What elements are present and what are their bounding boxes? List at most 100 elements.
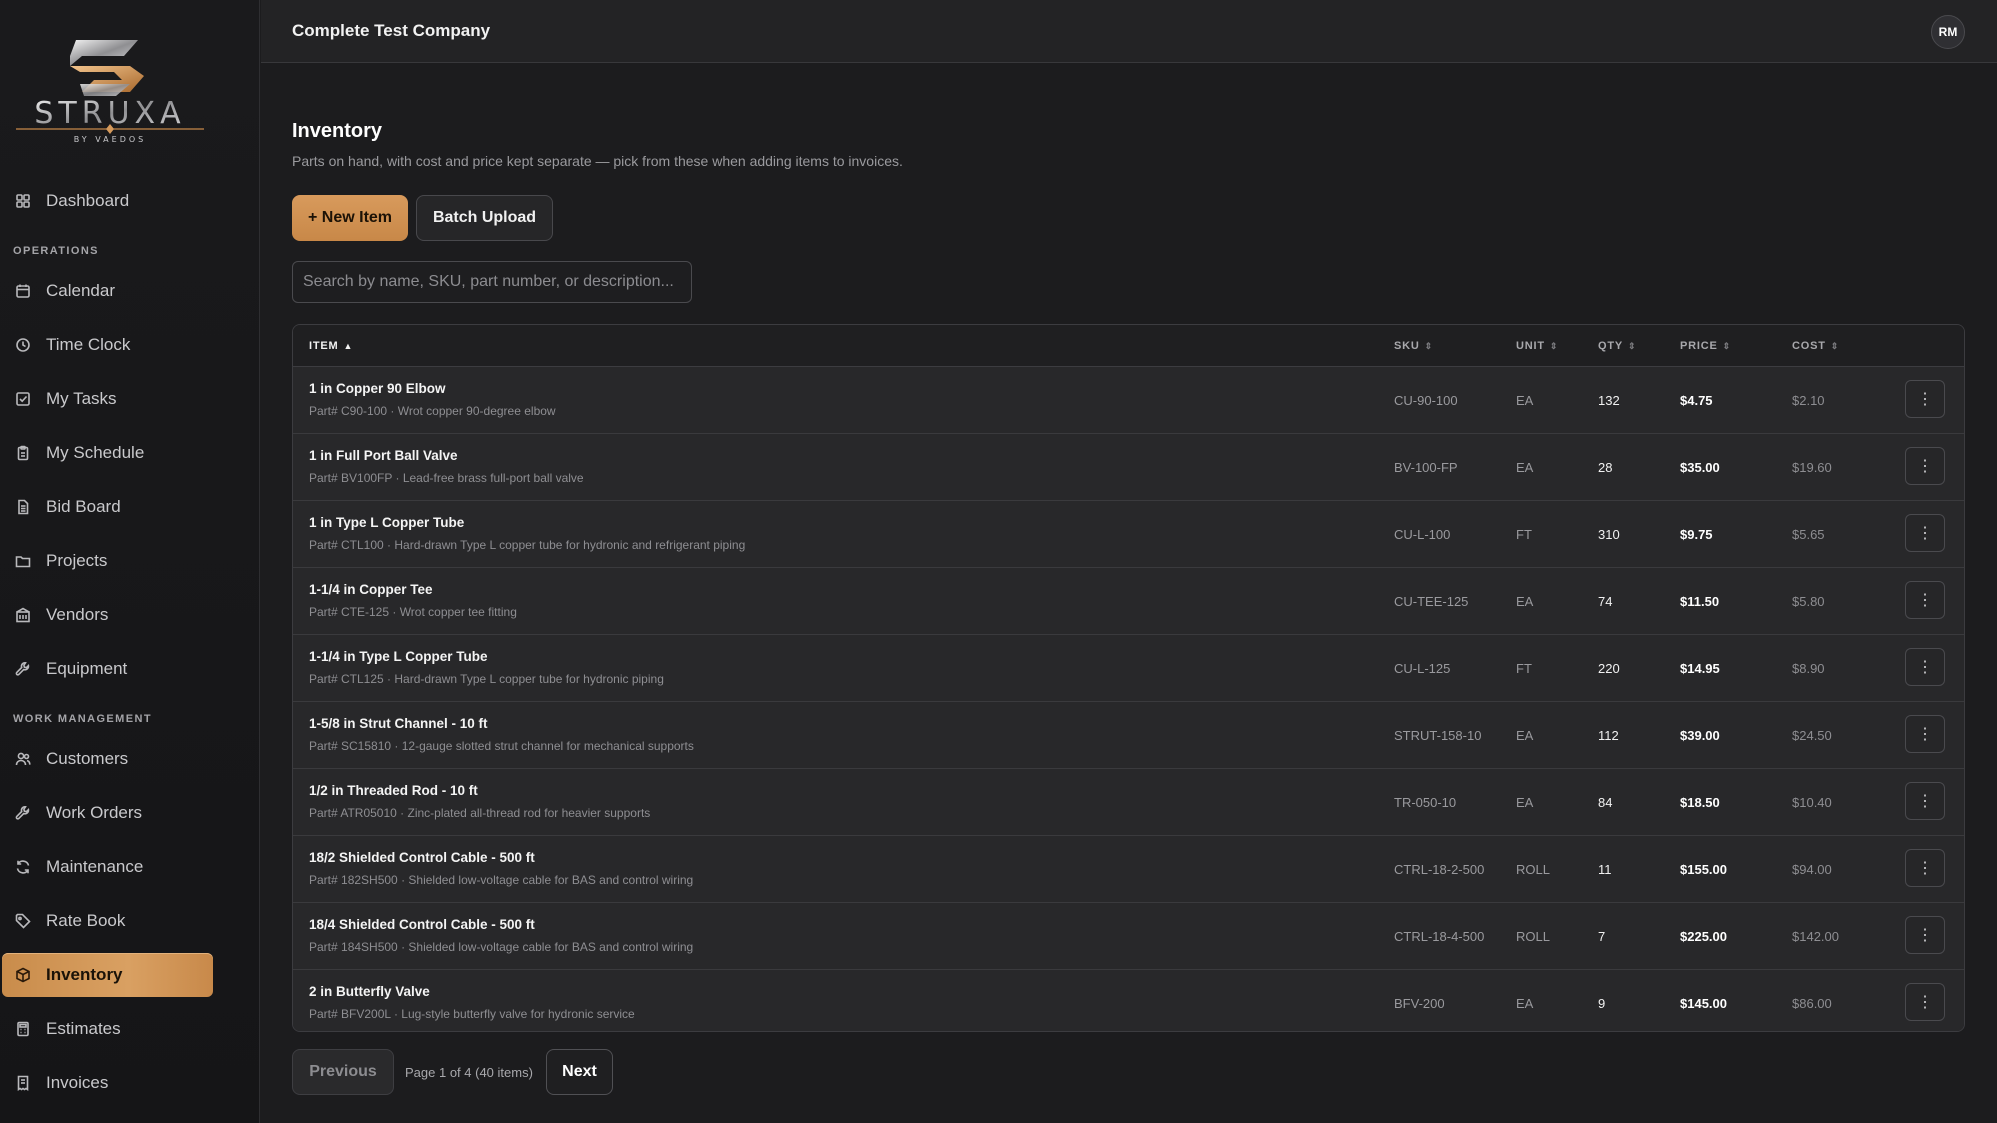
- item-description: Part# 182SH500 · Shielded low-voltage ca…: [309, 873, 694, 887]
- row-actions-button[interactable]: ⋮: [1905, 849, 1945, 887]
- search-input[interactable]: [292, 261, 692, 303]
- item-name[interactable]: 18/4 Shielded Control Cable - 500 ft: [309, 917, 535, 932]
- item-unit: EA: [1516, 795, 1534, 810]
- sidebar-item-label: Vendors: [46, 605, 109, 624]
- sidebar-item-equipment[interactable]: Equipment: [2, 647, 213, 691]
- sort-icon: ⇕: [1424, 340, 1433, 351]
- wrench-icon: [14, 660, 32, 678]
- item-sku: CU-TEE-125: [1394, 594, 1469, 609]
- clipboard-icon: [14, 444, 32, 462]
- page-title: Inventory: [292, 120, 383, 142]
- sidebar-item-my-schedule[interactable]: My Schedule: [2, 431, 213, 475]
- batch-upload-button[interactable]: Batch Upload: [416, 195, 553, 241]
- item-price: $225.00: [1680, 929, 1727, 944]
- item-name[interactable]: 1-5/8 in Strut Channel - 10 ft: [309, 716, 488, 731]
- sidebar-item-vendors[interactable]: Vendors: [2, 593, 213, 637]
- item-price: $4.75: [1680, 393, 1713, 408]
- column-header-cost[interactable]: COST ⇕: [1792, 340, 1839, 352]
- new-item-button[interactable]: + New Item: [292, 195, 408, 241]
- logo-tagline: BY VAEDOS: [74, 135, 147, 144]
- refresh-icon: [14, 858, 32, 876]
- sidebar-item-projects[interactable]: Projects: [2, 539, 213, 583]
- item-sku: CTRL-18-4-500: [1394, 929, 1485, 944]
- struxa-logo[interactable]: STRUXA BY VAEDOS: [10, 26, 210, 148]
- sidebar-item-estimates[interactable]: Estimates: [2, 1007, 213, 1051]
- item-description: Part# ATR05010 · Zinc-plated all-thread …: [309, 806, 651, 820]
- row-actions-button[interactable]: ⋮: [1905, 983, 1945, 1021]
- item-name[interactable]: 2 in Butterfly Valve: [309, 984, 430, 999]
- item-name[interactable]: 1/2 in Threaded Rod - 10 ft: [309, 783, 478, 798]
- item-cost: $8.90: [1792, 661, 1825, 676]
- table-row[interactable]: 18/2 Shielded Control Cable - 500 ft Par…: [293, 836, 1964, 903]
- item-sku: TR-050-10: [1394, 795, 1457, 810]
- column-header-unit[interactable]: UNIT ⇕: [1516, 340, 1558, 352]
- column-header-sku[interactable]: SKU ⇕: [1394, 340, 1433, 352]
- table-row[interactable]: 1-1/4 in Type L Copper Tube Part# CTL125…: [293, 635, 1964, 702]
- item-sku: CU-L-125: [1394, 661, 1451, 676]
- column-header-item[interactable]: ITEM ▲: [309, 340, 353, 352]
- table-row[interactable]: 1 in Type L Copper Tube Part# CTL100 · H…: [293, 501, 1964, 568]
- table-row[interactable]: 1 in Full Port Ball Valve Part# BV100FP …: [293, 434, 1964, 501]
- table-row[interactable]: 1-5/8 in Strut Channel - 10 ft Part# SC1…: [293, 702, 1964, 769]
- sidebar-item-maintenance[interactable]: Maintenance: [2, 845, 213, 889]
- sidebar-item-customers[interactable]: Customers: [2, 737, 213, 781]
- sidebar-item-bid-board[interactable]: Bid Board: [2, 485, 213, 529]
- item-qty: 220: [1598, 661, 1620, 676]
- row-actions-button[interactable]: ⋮: [1905, 715, 1945, 753]
- item-price: $11.50: [1680, 594, 1720, 609]
- users-icon: [14, 750, 32, 768]
- row-actions-button[interactable]: ⋮: [1905, 447, 1945, 485]
- sidebar-item-label: Estimates: [46, 1019, 121, 1038]
- item-unit: EA: [1516, 594, 1534, 609]
- item-unit: EA: [1516, 728, 1534, 743]
- row-actions-button[interactable]: ⋮: [1905, 380, 1945, 418]
- sidebar-item-my-tasks[interactable]: My Tasks: [2, 377, 213, 421]
- sidebar-item-work-orders[interactable]: Work Orders: [2, 791, 213, 835]
- previous-page-button[interactable]: Previous: [292, 1049, 394, 1095]
- table-row[interactable]: 1 in Copper 90 Elbow Part# C90-100 · Wro…: [293, 367, 1964, 434]
- sidebar: STRUXA BY VAEDOS Dashboard OPERATIONS Ca…: [0, 0, 260, 1123]
- item-name[interactable]: 1 in Full Port Ball Valve: [309, 448, 458, 463]
- row-actions-button[interactable]: ⋮: [1905, 782, 1945, 820]
- next-page-button[interactable]: Next: [546, 1049, 613, 1095]
- column-header-label: ITEM: [309, 340, 339, 352]
- column-header-price[interactable]: PRICE ⇕: [1680, 340, 1731, 352]
- item-cost: $86.00: [1792, 996, 1832, 1011]
- item-cost: $5.80: [1792, 594, 1825, 609]
- item-price: $14.95: [1680, 661, 1720, 676]
- item-qty: 112: [1598, 728, 1619, 743]
- item-price: $9.75: [1680, 527, 1713, 542]
- sidebar-item-label: Maintenance: [46, 857, 144, 876]
- table-header: ITEM ▲ SKU ⇕ UNIT ⇕ QTY ⇕ PRICE ⇕ COST ⇕: [293, 325, 1964, 367]
- sidebar-item-time-clock[interactable]: Time Clock: [2, 323, 213, 367]
- table-row[interactable]: 1-1/4 in Copper Tee Part# CTE-125 · Wrot…: [293, 568, 1964, 635]
- sidebar-item-inventory[interactable]: Inventory: [2, 953, 213, 997]
- column-header-label: SKU: [1394, 340, 1420, 352]
- item-unit: EA: [1516, 996, 1534, 1011]
- sidebar-item-dashboard[interactable]: Dashboard: [2, 179, 213, 223]
- sidebar-item-invoices[interactable]: Invoices: [2, 1061, 213, 1105]
- topbar: Complete Test Company RM: [261, 0, 1997, 63]
- table-row[interactable]: 2 in Butterfly Valve Part# BFV200L · Lug…: [293, 970, 1964, 1031]
- table-row[interactable]: 1/2 in Threaded Rod - 10 ft Part# ATR050…: [293, 769, 1964, 836]
- row-actions-button[interactable]: ⋮: [1905, 514, 1945, 552]
- row-actions-button[interactable]: ⋮: [1905, 648, 1945, 686]
- company-name[interactable]: Complete Test Company: [292, 21, 490, 41]
- building-icon: [14, 606, 32, 624]
- sidebar-item-rate-book[interactable]: Rate Book: [2, 899, 213, 943]
- sidebar-item-label: Customers: [46, 749, 129, 768]
- table-row[interactable]: 18/4 Shielded Control Cable - 500 ft Par…: [293, 903, 1964, 970]
- sidebar-item-label: Bid Board: [46, 497, 121, 516]
- row-actions-button[interactable]: ⋮: [1905, 916, 1945, 954]
- row-actions-button[interactable]: ⋮: [1905, 581, 1945, 619]
- item-name[interactable]: 1-1/4 in Copper Tee: [309, 582, 433, 597]
- item-cost: $94.00: [1792, 862, 1832, 877]
- item-name[interactable]: 1 in Copper 90 Elbow: [309, 381, 446, 396]
- item-qty: 84: [1598, 795, 1613, 810]
- avatar[interactable]: RM: [1931, 15, 1965, 49]
- column-header-qty[interactable]: QTY ⇕: [1598, 340, 1636, 352]
- sidebar-item-calendar[interactable]: Calendar: [2, 269, 213, 313]
- item-name[interactable]: 18/2 Shielded Control Cable - 500 ft: [309, 850, 535, 865]
- item-name[interactable]: 1 in Type L Copper Tube: [309, 515, 464, 530]
- item-name[interactable]: 1-1/4 in Type L Copper Tube: [309, 649, 488, 664]
